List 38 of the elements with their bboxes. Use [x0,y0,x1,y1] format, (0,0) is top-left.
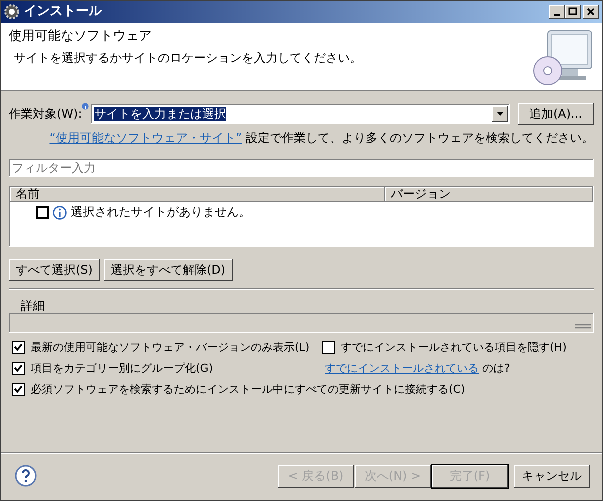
option-label[interactable]: 最新の使用可能なソフトウェア・バージョンのみ表示(L) [31,340,310,354]
minimize-button[interactable] [549,5,565,19]
available-sites-link[interactable]: “使用可能なソフトウェア・サイト” [50,131,242,145]
add-button[interactable]: 追加(A)... [518,103,594,125]
column-header[interactable]: 名前 [10,187,385,202]
checkbox[interactable] [322,340,335,354]
maximize-button[interactable] [565,5,581,19]
column-header[interactable]: バージョン [385,187,593,202]
help-icon[interactable] [15,465,37,487]
checkbox[interactable] [12,340,25,354]
window-title: インストール [24,4,104,20]
installed-hint-text: すでにインストールされている のは? [324,362,512,376]
page-title: 使用可能なソフトウェア [9,29,153,45]
app-gear-icon [4,4,20,20]
close-icon [586,7,596,17]
option-label[interactable]: 項目をカテゴリー別にグループ化(G) [31,362,214,376]
table-cell: 選択されたサイトがありません。 [71,205,251,220]
checkbox[interactable] [12,383,25,396]
info-icon [82,103,90,110]
filter-field[interactable]: フィルター入力 [9,159,594,178]
option-label[interactable]: 必須ソフトウェアを検索するためにインストール中にすべての更新サイトに接続する(C) [31,383,466,396]
select-button[interactable]: すべて選択(S) [9,259,100,282]
option-label[interactable]: すでにインストールされている項目を隠す(H) [341,340,567,354]
maximize-icon [568,7,578,17]
row-checkbox[interactable] [36,206,49,220]
work-with-label: 作業対象(W): [9,106,82,122]
select-button[interactable]: 選択をすべて解除(D) [104,259,233,282]
minimize-icon [554,14,560,16]
details-label: 詳細 [21,299,46,314]
close-button[interactable] [583,5,599,19]
installed-items-link[interactable]: すでにインストールされている [325,362,479,375]
checkbox[interactable] [12,362,25,376]
site-combo-box[interactable]: サイトを入力または選択 [91,104,510,124]
page-description: サイトを選択するかサイトのロケーションを入力してください。 [14,50,363,65]
site-hint-text: “使用可能なソフトウェア・サイト” 設定で作業して、より多くのソフトウェアを検索してください。 [50,131,594,146]
info-icon [53,206,67,220]
wizard-button[interactable]: キャンセル [514,464,590,488]
resize-grip-icon[interactable] [575,324,591,330]
